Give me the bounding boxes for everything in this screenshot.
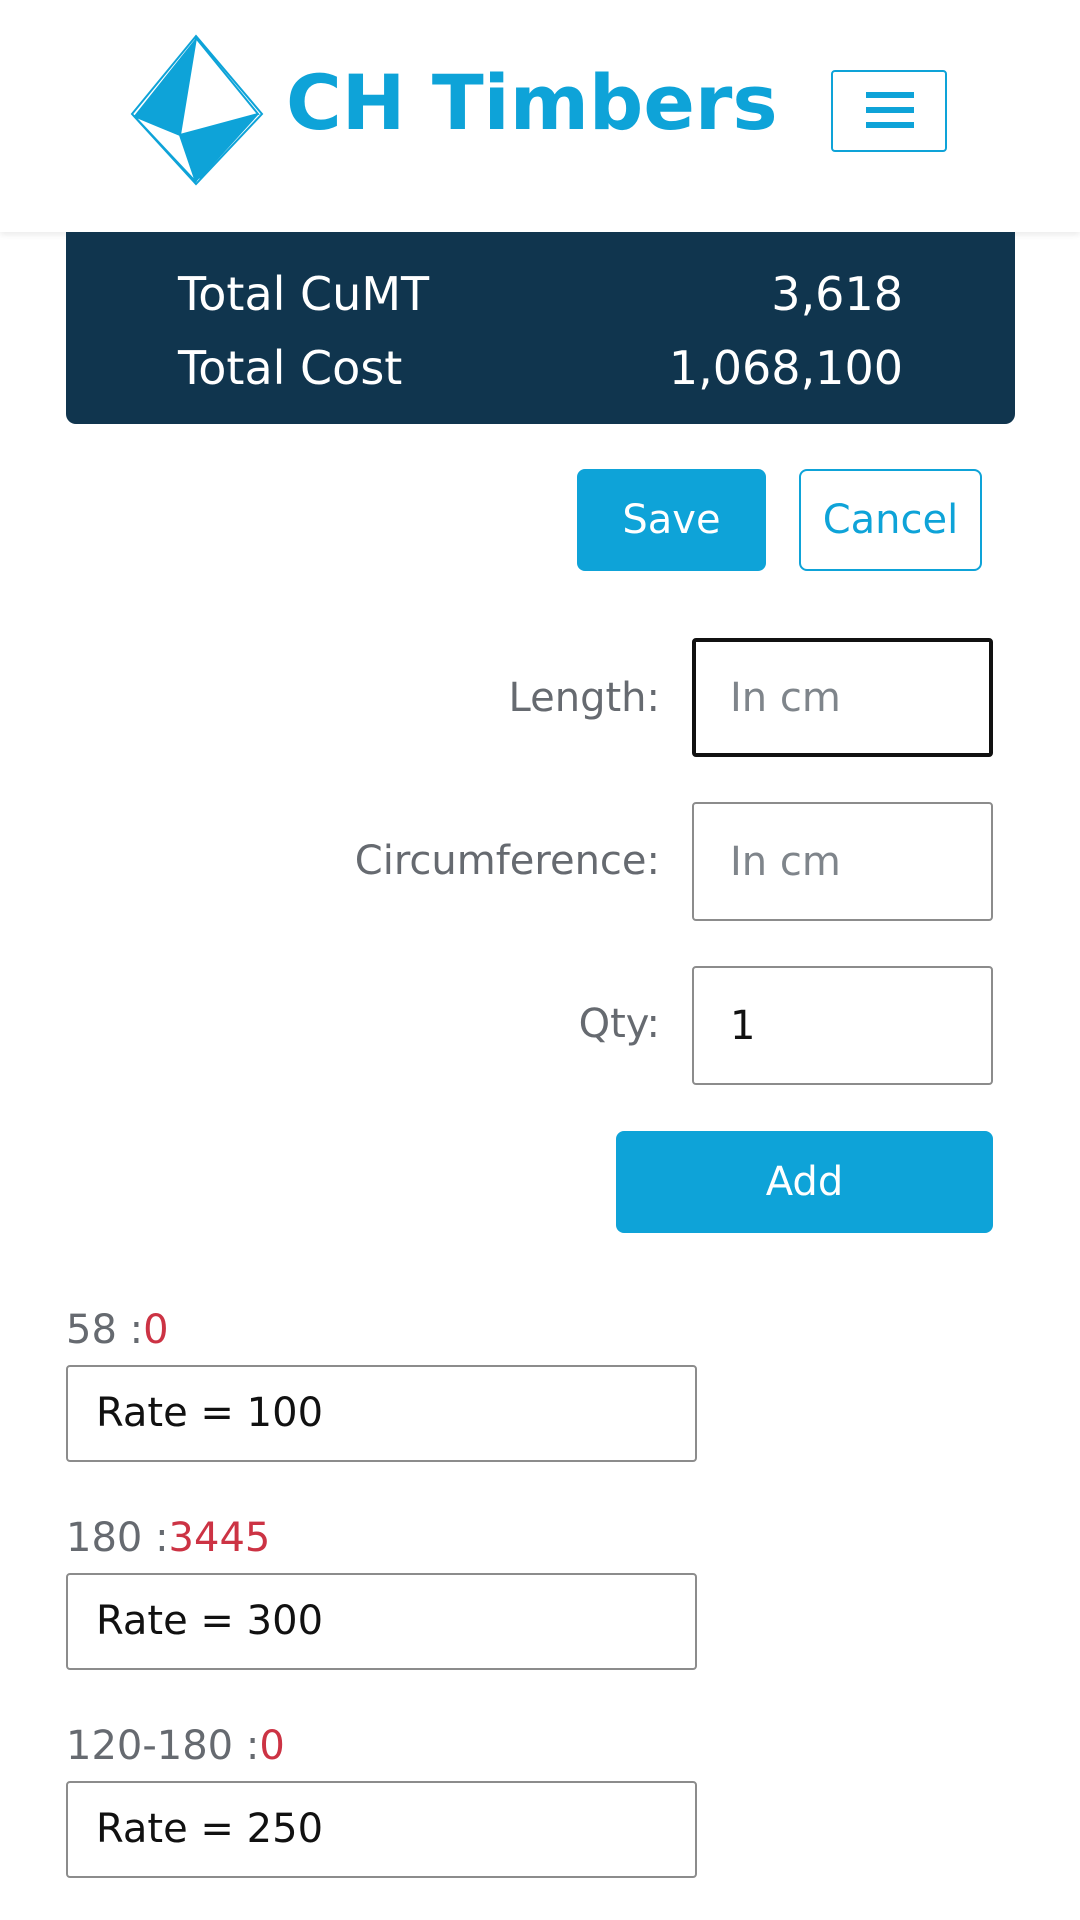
hamburger-menu-icon [866, 122, 914, 128]
qty-label: Qty: [578, 1001, 660, 1047]
total-cumt-label: Total CuMT [178, 267, 430, 321]
length-label: Length: [508, 675, 660, 721]
rate-count: 3445 [168, 1515, 271, 1561]
circumference-input[interactable] [692, 802, 993, 921]
hamburger-menu-icon [866, 92, 914, 98]
rate-count: 0 [143, 1307, 169, 1353]
totals-panel: Total CuMT 3,618 Total Cost 1,068,100 [66, 232, 1015, 424]
menu-button[interactable] [831, 70, 947, 152]
rate-field[interactable]: Rate = 300 [66, 1573, 697, 1670]
rate-key: 58 : [66, 1307, 144, 1353]
rate-heading: 120-180 :0 [66, 1722, 285, 1770]
total-cost-label: Total Cost [178, 341, 403, 395]
length-input[interactable] [692, 638, 993, 757]
hamburger-menu-icon [866, 107, 914, 113]
add-button[interactable]: Add [616, 1131, 993, 1233]
rate-field[interactable]: Rate = 250 [66, 1781, 697, 1878]
rate-key: 120-180 : [66, 1723, 260, 1769]
save-button[interactable]: Save [577, 469, 766, 571]
total-cost-value: 1,068,100 [668, 341, 903, 395]
qty-input[interactable] [692, 966, 993, 1085]
rate-heading: 180 :3445 [66, 1514, 270, 1562]
circumference-label: Circumference: [354, 838, 660, 884]
total-cumt-value: 3,618 [771, 267, 903, 321]
rate-heading: 58 :0 [66, 1306, 169, 1354]
diamond-logo-icon [130, 34, 264, 186]
rate-count: 0 [259, 1723, 285, 1769]
rate-field[interactable]: Rate = 100 [66, 1365, 697, 1462]
rate-key: 180 : [66, 1515, 169, 1561]
app-header: CH Timbers [0, 0, 1080, 232]
brand-name: CH Timbers [286, 58, 778, 147]
cancel-button[interactable]: Cancel [799, 469, 982, 571]
